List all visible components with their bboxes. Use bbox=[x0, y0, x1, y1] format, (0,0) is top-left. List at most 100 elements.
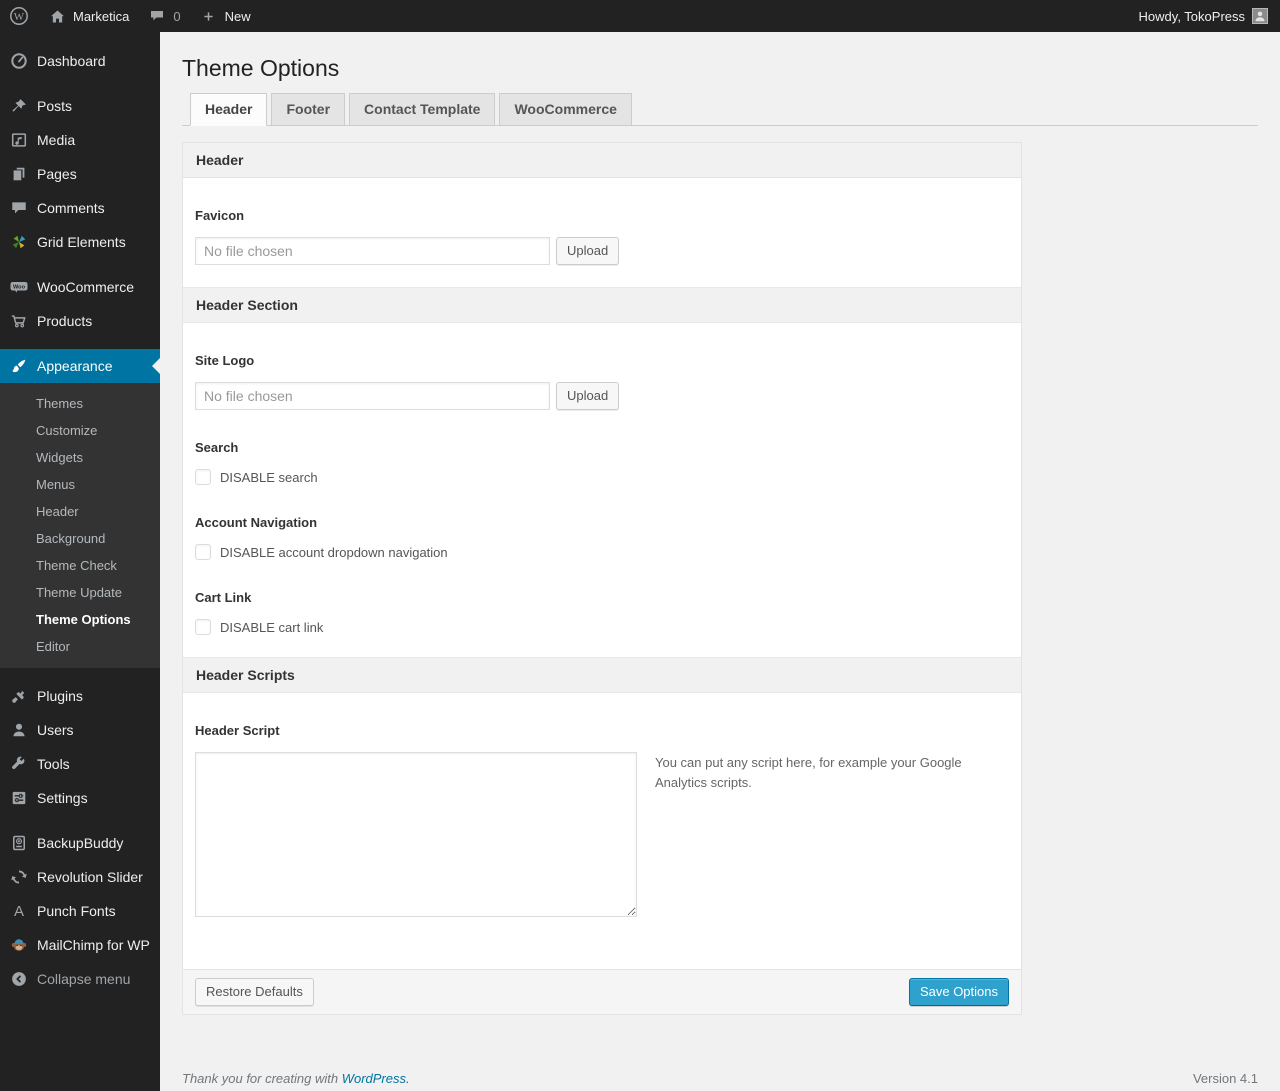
sidebar-subitem-themes[interactable]: Themes bbox=[0, 390, 160, 417]
sidebar-subitem-menus[interactable]: Menus bbox=[0, 471, 160, 498]
sidebar-subitem-theme-check[interactable]: Theme Check bbox=[0, 552, 160, 579]
wrench-icon bbox=[9, 754, 29, 774]
new-label: New bbox=[224, 8, 251, 24]
page-title: Theme Options bbox=[182, 55, 340, 81]
disable-search-label: DISABLE search bbox=[220, 469, 318, 485]
sidebar-item-products[interactable]: Products bbox=[0, 304, 160, 338]
site-logo-upload-button[interactable]: Upload bbox=[556, 382, 620, 410]
sidebar-subitem-background[interactable]: Background bbox=[0, 525, 160, 552]
person-icon bbox=[9, 720, 29, 740]
comment-bubble-icon bbox=[9, 198, 29, 218]
sidebar-item-label: MailChimp for WP bbox=[37, 937, 150, 953]
disable-cart-link-label: DISABLE cart link bbox=[220, 619, 324, 635]
comments-menu[interactable]: 0 bbox=[138, 0, 189, 32]
sidebar-item-label: Grid Elements bbox=[37, 234, 126, 250]
wordpress-link[interactable]: WordPress. bbox=[342, 1071, 410, 1086]
sidebar-item-mailchimp[interactable]: MailChimp for WP bbox=[0, 928, 160, 962]
sidebar-item-label: Posts bbox=[37, 98, 73, 114]
version-text: Version 4.1 bbox=[1192, 1071, 1258, 1086]
wordpress-logo-menu[interactable]: W bbox=[0, 0, 38, 32]
sidebar-item-dashboard[interactable]: Dashboard bbox=[0, 44, 160, 78]
pinwheel-icon bbox=[9, 232, 29, 252]
sidebar-item-label: Pages bbox=[37, 166, 77, 182]
media-frame-icon bbox=[9, 130, 29, 150]
sliders-icon bbox=[9, 788, 29, 808]
tab-bar: Header Footer Contact Template WooCommer… bbox=[182, 93, 1258, 126]
paintbrush-icon bbox=[9, 356, 29, 376]
tab-footer[interactable]: Footer bbox=[271, 93, 346, 125]
panel-title: Header bbox=[183, 143, 1021, 178]
favicon-label: Favicon bbox=[195, 208, 245, 223]
sidebar-item-label: Punch Fonts bbox=[37, 903, 116, 919]
letter-a-icon: A bbox=[13, 902, 24, 920]
sidebar-item-comments[interactable]: Comments bbox=[0, 191, 160, 225]
home-icon bbox=[47, 6, 67, 26]
sidebar-item-label: Settings bbox=[37, 790, 88, 806]
save-options-button[interactable]: Save Options bbox=[908, 978, 1009, 1006]
site-menu[interactable]: Marketica bbox=[38, 0, 138, 32]
sidebar-subitem-customize[interactable]: Customize bbox=[0, 417, 160, 444]
restore-defaults-button[interactable]: Restore Defaults bbox=[195, 978, 314, 1006]
favicon-file-input[interactable] bbox=[195, 237, 550, 265]
sidebar-item-pages[interactable]: Pages bbox=[0, 157, 160, 191]
sidebar-item-woocommerce[interactable]: Woo WooCommerce bbox=[0, 270, 160, 304]
disable-cart-link-checkbox[interactable] bbox=[195, 619, 211, 635]
footer-thanks: Thank you for creating with WordPress. bbox=[182, 1071, 410, 1086]
sidebar-item-settings[interactable]: Settings bbox=[0, 781, 160, 815]
sidebar-item-grid-elements[interactable]: Grid Elements bbox=[0, 225, 160, 259]
sidebar-item-label: WooCommerce bbox=[37, 279, 134, 295]
sidebar-subitem-theme-update[interactable]: Theme Update bbox=[0, 579, 160, 606]
sidebar-item-label: Products bbox=[37, 313, 93, 329]
new-content-menu[interactable]: New bbox=[190, 0, 260, 32]
main-content: Theme Options Header Footer Contact Temp… bbox=[160, 32, 1280, 1091]
theme-options-panel: Header Favicon Upload Header Section Sit… bbox=[182, 142, 1022, 1015]
admin-sidebar: Dashboard Posts Media Pages Comments Gri… bbox=[0, 32, 160, 1091]
circle-arrow-left-icon bbox=[9, 969, 29, 989]
sidebar-subitem-header[interactable]: Header bbox=[0, 498, 160, 525]
cart-icon bbox=[9, 311, 29, 331]
disable-search-checkbox[interactable] bbox=[195, 469, 211, 485]
collapse-menu-label: Collapse menu bbox=[37, 971, 131, 987]
disable-account-nav-label: DISABLE account dropdown navigation bbox=[220, 544, 448, 560]
header-section-bar: Header Section bbox=[183, 287, 1021, 323]
sidebar-item-revolution-slider[interactable]: Revolution Slider bbox=[0, 860, 160, 894]
header-script-label: Header Script bbox=[195, 723, 280, 738]
sidebar-subitem-widgets[interactable]: Widgets bbox=[0, 444, 160, 471]
svg-text:Woo: Woo bbox=[13, 284, 26, 290]
disable-account-nav-checkbox[interactable] bbox=[195, 544, 211, 560]
sidebar-item-media[interactable]: Media bbox=[0, 123, 160, 157]
tab-contact-template[interactable]: Contact Template bbox=[349, 93, 496, 125]
cart-link-label: Cart Link bbox=[195, 590, 252, 605]
sidebar-item-users[interactable]: Users bbox=[0, 713, 160, 747]
header-script-textarea[interactable] bbox=[195, 752, 637, 917]
refresh-icon bbox=[9, 867, 29, 887]
sidebar-subitem-editor[interactable]: Editor bbox=[0, 633, 160, 660]
site-name: Marketica bbox=[73, 8, 130, 24]
avatar[interactable] bbox=[1252, 8, 1268, 24]
sidebar-item-appearance[interactable]: Appearance bbox=[0, 349, 160, 383]
sidebar-item-punch-fonts[interactable]: A Punch Fonts bbox=[0, 894, 160, 928]
monkey-icon bbox=[9, 935, 29, 955]
sidebar-item-label: Dashboard bbox=[37, 53, 106, 69]
page-footer: Thank you for creating with WordPress. V… bbox=[182, 1071, 1258, 1086]
site-logo-file-input[interactable] bbox=[195, 382, 550, 410]
comment-count: 0 bbox=[173, 8, 181, 24]
sidebar-item-plugins[interactable]: Plugins bbox=[0, 679, 160, 713]
favicon-upload-button[interactable]: Upload bbox=[556, 237, 620, 265]
admin-bar: W Marketica 0 New Howdy, TokoPress bbox=[0, 0, 1280, 32]
gauge-icon bbox=[9, 51, 29, 71]
tab-header[interactable]: Header bbox=[190, 93, 268, 126]
sidebar-item-tools[interactable]: Tools bbox=[0, 747, 160, 781]
sidebar-subitem-theme-options[interactable]: Theme Options bbox=[0, 606, 160, 633]
wordpress-logo-icon: W bbox=[9, 6, 29, 26]
collapse-menu-button[interactable]: Collapse menu bbox=[0, 962, 160, 996]
svg-text:W: W bbox=[14, 11, 25, 23]
sidebar-item-posts[interactable]: Posts bbox=[0, 89, 160, 123]
sidebar-item-backupbuddy[interactable]: BackupBuddy bbox=[0, 826, 160, 860]
howdy-text[interactable]: Howdy, TokoPress bbox=[1139, 9, 1245, 24]
plus-icon bbox=[199, 6, 219, 26]
search-label: Search bbox=[195, 440, 239, 455]
tab-woocommerce[interactable]: WooCommerce bbox=[499, 93, 632, 125]
account-navigation-label: Account Navigation bbox=[195, 515, 318, 530]
sidebar-item-label: Appearance bbox=[37, 358, 113, 374]
